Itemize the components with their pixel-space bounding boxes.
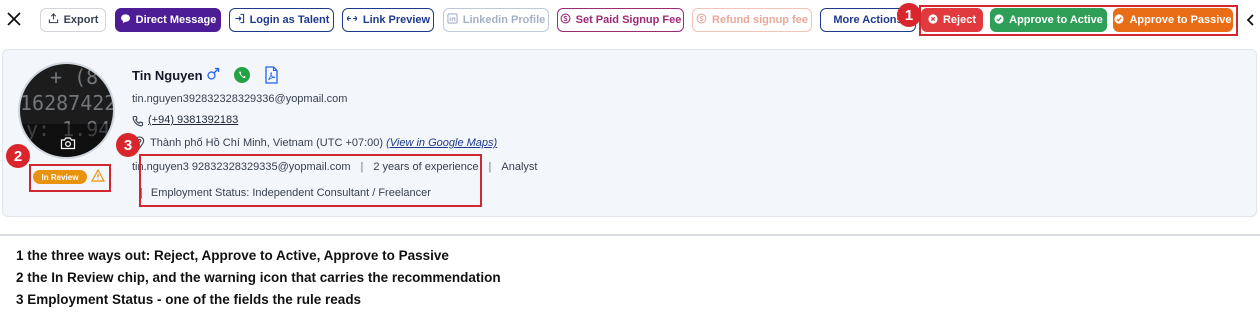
profile-location: Thành phố Hồ Chí Minh, Vietnam (UTC +07:…: [150, 137, 497, 149]
link-preview-label: Link Preview: [362, 14, 431, 26]
direct-message-label: Direct Message: [135, 14, 217, 26]
profile-phone-link[interactable]: (+94) 9381392183: [148, 114, 238, 126]
divider: [0, 234, 1260, 236]
whatsapp-icon[interactable]: [233, 66, 251, 89]
export-button[interactable]: Export: [40, 8, 106, 32]
refund-signup-fee-label: Refund signup fee: [712, 14, 808, 26]
chevron-left-icon[interactable]: [1244, 12, 1258, 28]
avatar-glyph-line: + (8: [50, 65, 99, 89]
camera-icon[interactable]: [60, 136, 76, 155]
login-as-talent-label: Login as Talent: [249, 14, 330, 26]
login-as-talent-button[interactable]: Login as Talent: [229, 8, 334, 32]
login-icon: [234, 13, 245, 27]
annotation-marker-3: 3: [116, 133, 140, 157]
linkedin-profile-button[interactable]: Linkedin Profile: [443, 8, 549, 32]
annotation-box-3: [139, 154, 482, 207]
avatar-glyph-line: 16287422: [20, 91, 115, 115]
annotation-marker-1: 1: [897, 3, 921, 27]
phone-icon: [132, 114, 144, 132]
location-text: Thành phố Hồ Chí Minh, Vietnam (UTC +07:…: [150, 137, 384, 149]
view-in-google-maps-link[interactable]: (View in Google Maps): [386, 137, 497, 149]
set-paid-signup-fee-button[interactable]: Set Paid Signup Fee: [557, 8, 684, 32]
link-preview-button[interactable]: Link Preview: [342, 8, 434, 32]
close-icon[interactable]: [4, 9, 24, 29]
refund-icon: [696, 13, 707, 27]
annotation-box-2: [29, 164, 111, 192]
role: Analyst: [501, 161, 538, 173]
export-label: Export: [63, 14, 99, 26]
set-paid-signup-fee-label: Set Paid Signup Fee: [575, 14, 682, 26]
separator: |: [488, 161, 492, 173]
linkedin-profile-label: Linkedin Profile: [462, 14, 546, 26]
male-gender-icon: [206, 67, 220, 86]
profile-name: Tin Nguyen: [132, 68, 203, 83]
direct-message-button[interactable]: Direct Message: [115, 8, 221, 32]
annotation-marker-2: 2: [6, 144, 30, 168]
linkedin-icon: [447, 13, 458, 27]
note-3: 3 Employment Status - one of the fields …: [16, 292, 362, 307]
link-icon: [346, 13, 358, 27]
more-actions-label: More Actions: [833, 14, 903, 26]
refund-signup-fee-button[interactable]: Refund signup fee: [692, 8, 812, 32]
chat-icon: [120, 13, 131, 27]
note-2: 2 the In Review chip, and the warning ic…: [16, 270, 501, 285]
money-icon: [560, 13, 571, 27]
annotation-box-1: [919, 5, 1238, 36]
export-icon: [48, 13, 59, 27]
profile-email: tin.nguyen392832328329336@yopmail.com: [132, 93, 348, 105]
note-1: 1 the three ways out: Reject, Approve to…: [16, 248, 449, 263]
annotation-notes: 1 the three ways out: Reject, Approve to…: [16, 245, 501, 311]
pdf-icon[interactable]: [264, 66, 279, 89]
avatar[interactable]: + (8 16287422 y: 1.94: [18, 62, 115, 159]
